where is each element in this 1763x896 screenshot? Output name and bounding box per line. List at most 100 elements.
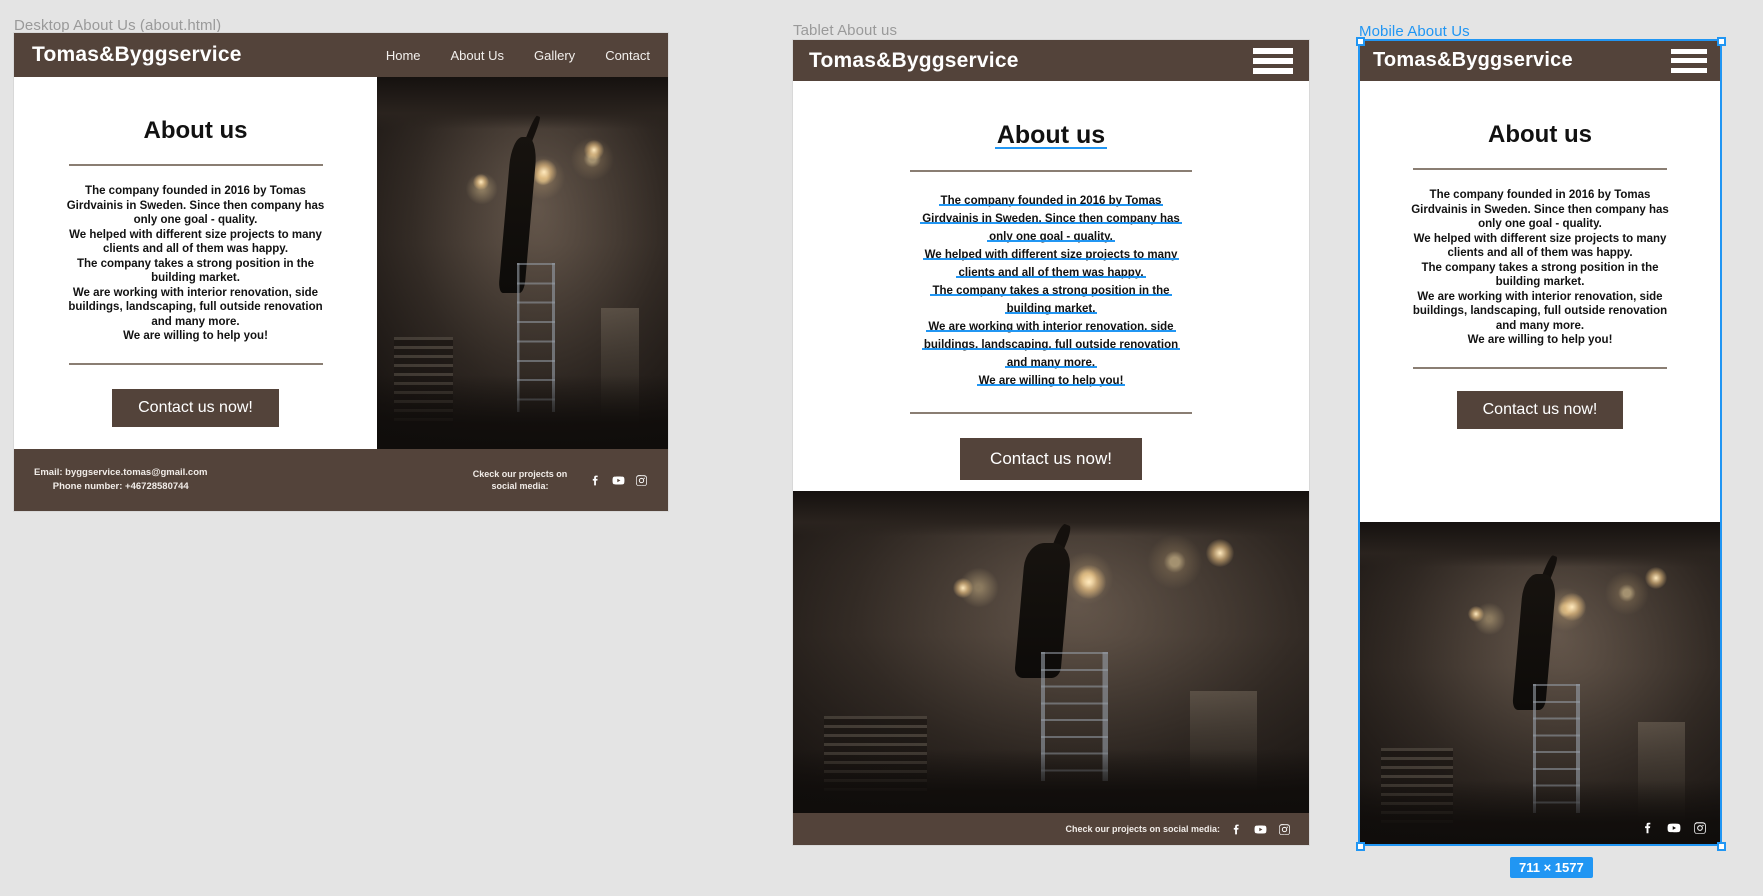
youtube-icon[interactable] [611,474,626,487]
nav-link-gallery[interactable]: Gallery [534,48,575,63]
social-prompt-tablet: Check our projects on social media: [1065,824,1220,834]
mobile-text-section: About us The company founded in 2016 by … [1359,81,1721,522]
paragraph-line: The company takes a strong position in t… [1421,261,1659,274]
frame-label-tablet: Tablet About us [793,22,898,39]
desktop-footer: Email: byggservice.tomas@gmail.com Phone… [14,449,668,511]
paragraph-line: and many more. [1495,319,1585,332]
paragraph-line: We helped with different size projects t… [1413,232,1667,245]
page-title-tablet: About us [994,121,1108,149]
hero-photo-desktop [377,77,668,449]
photo-bulb-icon [1467,605,1484,622]
page-title-desktop: About us [143,117,248,144]
footer-contact-desktop: Email: byggservice.tomas@gmail.com Phone… [34,466,207,494]
paragraph-line: We are willing to help you! [1467,334,1613,346]
tablet-header: Tomas&Byggservice [793,40,1309,81]
selection-handle-top-left[interactable] [1356,37,1365,46]
paragraph-line: and many more. [151,315,240,328]
about-paragraph-tablet: The company founded in 2016 by Tomas Gir… [829,192,1273,390]
selection-handle-bottom-left[interactable] [1356,842,1365,851]
social-icons-desktop [589,474,648,487]
paragraph-line: The company founded in 2016 by Tomas [85,185,306,197]
photo-bulb-icon [1558,593,1587,622]
photo-floor [793,748,1309,813]
mobile-header: Tomas&Byggservice [1359,40,1721,81]
paragraph-line: The company founded in 2016 by Tomas [940,195,1162,207]
desktop-main: About us The company founded in 2016 by … [14,77,668,449]
selection-handle-top-right[interactable] [1717,37,1726,46]
paragraph-line: buildings, landscaping, full outside ren… [923,339,1179,351]
divider-bottom-mobile [1413,366,1667,369]
brand-logo-tablet[interactable]: Tomas&Byggservice [809,49,1019,73]
tablet-text-section: About us The company founded in 2016 by … [793,81,1309,491]
paragraph-line: only one goal - quality. [133,214,258,226]
contact-cta-mobile[interactable]: Contact us now! [1456,390,1624,429]
youtube-icon[interactable] [1666,821,1682,835]
social-prompt-desktop: Ckeck our projects on social media: [472,469,568,491]
hamburger-menu-icon-mobile[interactable] [1671,48,1707,73]
photo-ceiling [1359,522,1721,568]
divider-bottom-desktop [68,362,323,365]
instagram-icon[interactable] [635,474,648,487]
hamburger-menu-icon-tablet[interactable] [1253,47,1293,74]
desktop-nav: Home About Us Gallery Contact [356,48,650,63]
facebook-icon[interactable] [589,474,602,487]
divider-top-desktop [68,164,323,166]
footer-social-desktop: Ckeck our projects on social media: [461,468,648,492]
selection-handle-bottom-right[interactable] [1717,842,1726,851]
photo-bulb-icon [473,173,490,190]
paragraph-line: clients and all of them was happy. [102,243,289,255]
desktop-frame: Tomas&Byggservice Home About Us Gallery … [14,33,668,511]
nav-link-home[interactable]: Home [386,48,421,63]
brand-logo-desktop[interactable]: Tomas&Byggservice [32,43,242,67]
paragraph-line: We helped with different size projects t… [924,249,1178,261]
facebook-icon[interactable] [1230,823,1243,836]
divider-bottom-tablet [910,412,1192,414]
artboard-canvas: Desktop About Us (about.html) Tomas&Bygg… [0,0,1763,896]
instagram-icon[interactable] [1693,821,1707,835]
contact-cta-tablet[interactable]: Contact us now! [960,438,1142,480]
paragraph-line: We are willing to help you! [123,330,268,342]
footer-email[interactable]: Email: byggservice.tomas@gmail.com [34,466,207,480]
instagram-icon[interactable] [1278,823,1291,836]
paragraph-line: Girdvainis in Sweden. Since then company… [66,199,325,212]
paragraph-line: building market. [1495,276,1585,288]
paragraph-line: and many more. [1006,357,1096,369]
photo-ceiling [377,77,668,130]
paragraph-line: building market. [151,272,240,284]
footer-phone[interactable]: Phone number: +46728580744 [34,480,207,494]
paragraph-line: The company takes a strong position in t… [76,257,315,270]
photo-bulb-icon [952,577,973,598]
about-paragraph-desktop: The company founded in 2016 by Tomas Gir… [50,184,341,344]
paragraph-line: only one goal - quality. [989,231,1113,243]
paragraph-line: We are working with interior renovation,… [1417,290,1663,303]
facebook-icon[interactable] [1641,821,1655,835]
about-paragraph-mobile: The company founded in 2016 by Tomas Gir… [1385,188,1695,348]
paragraph-line: buildings, landscaping, full outside ren… [1412,305,1668,317]
nav-link-about-us[interactable]: About Us [451,48,504,63]
brand-logo-mobile[interactable]: Tomas&Byggservice [1373,49,1573,72]
tablet-frame: Tomas&Byggservice About us The company f… [793,40,1309,845]
paragraph-line: We helped with different size projects t… [69,228,322,241]
mobile-frame: Tomas&Byggservice About us The company f… [1359,40,1721,845]
photo-bulb-icon [1205,539,1234,568]
social-icons-tablet [1230,823,1291,836]
photo-bulb-icon [1071,565,1106,600]
photo-ceiling [793,491,1309,537]
paragraph-line: We are working with interior renovation,… [72,286,319,299]
divider-top-tablet [910,170,1192,172]
nav-link-contact[interactable]: Contact [605,48,650,63]
photo-floor [1359,780,1721,845]
frame-label-mobile: Mobile About Us [1359,23,1470,40]
frame-label-desktop: Desktop About Us (about.html) [14,17,222,34]
hero-photo-tablet [793,491,1309,813]
desktop-header: Tomas&Byggservice Home About Us Gallery … [14,33,668,77]
paragraph-line: Girdvainis in Sweden. Since then company… [1411,203,1669,216]
paragraph-line: clients and all of them was happy. [958,267,1144,279]
youtube-icon[interactable] [1253,823,1268,836]
page-title-mobile: About us [1488,121,1592,148]
paragraph-line: only one goal - quality. [1478,218,1602,230]
paragraph-line: buildings, landscaping, full outside ren… [68,301,323,313]
contact-cta-desktop[interactable]: Contact us now! [112,388,279,427]
hero-photo-mobile [1359,522,1721,845]
paragraph-line: We are willing to help you! [978,375,1124,387]
